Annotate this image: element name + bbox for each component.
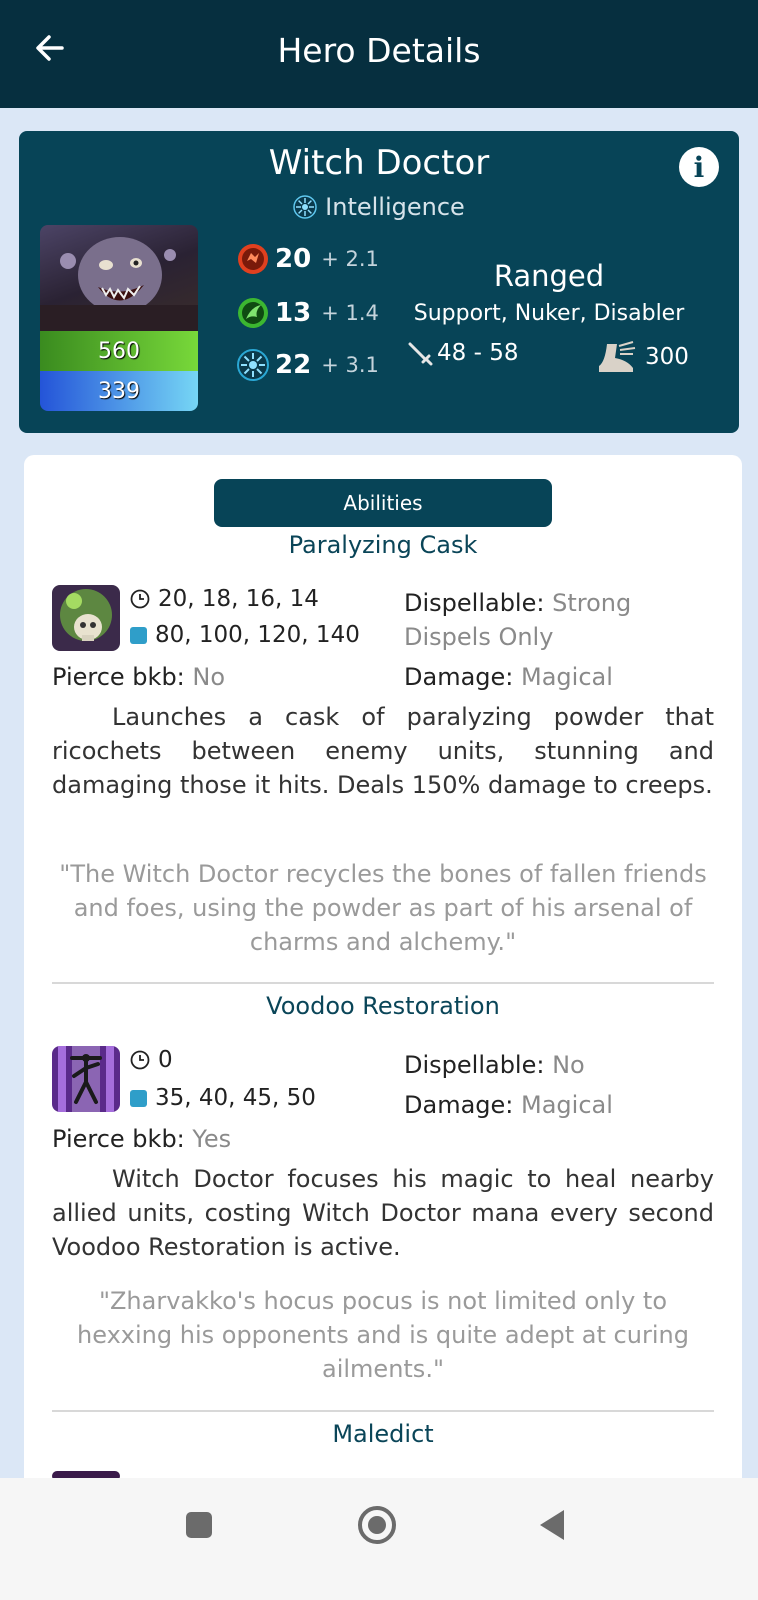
strength-icon xyxy=(238,244,268,274)
primary-attribute-label: Intelligence xyxy=(325,193,465,221)
dispellable-label: Dispellable: xyxy=(404,589,545,617)
home-circle-icon[interactable] xyxy=(356,1504,398,1546)
mana-icon xyxy=(130,1089,147,1107)
movement-speed-value: 300 xyxy=(645,344,689,370)
divider xyxy=(52,982,714,984)
damage-type-info: Damage: Magical xyxy=(404,1091,613,1119)
hero-summary-card: Witch Doctor i Intelligence 560 339 20 +… xyxy=(19,131,739,433)
strength-value: 20 xyxy=(275,244,312,274)
intelligence-stat: 22 + 3.1 xyxy=(237,349,379,381)
ability-description: Witch Doctor focuses his magic to heal n… xyxy=(52,1165,714,1261)
paralyzing-cask-icon[interactable] xyxy=(52,585,120,651)
strength-stat: 20 + 2.1 xyxy=(237,243,379,275)
dispellable-note: Dispels Only xyxy=(404,623,553,651)
tab-abilities[interactable]: Abilities xyxy=(214,479,552,527)
pierce-bkb-info: Pierce bkb: Yes xyxy=(52,1125,231,1153)
ability-name: Maledict xyxy=(332,1420,434,1448)
dispellable-info: Dispellable: Strong xyxy=(404,589,631,617)
pierce-bkb-label: Pierce bkb: xyxy=(52,663,185,691)
dispellable-label: Dispellable: xyxy=(404,1051,545,1079)
divider xyxy=(52,1410,714,1412)
dispellable-info: Dispellable: No xyxy=(404,1051,585,1079)
ability-name: Voodoo Restoration xyxy=(266,992,500,1020)
cooldown-row: 20, 18, 16, 14 xyxy=(130,586,319,612)
hero-portrait xyxy=(40,225,198,331)
intelligence-icon xyxy=(293,195,317,219)
damage-type-value: Magical xyxy=(521,663,613,691)
clock-icon xyxy=(130,1050,150,1070)
agility-value: 13 xyxy=(275,298,312,328)
pierce-bkb-value: No xyxy=(192,663,226,691)
intelligence-gain: + 3.1 xyxy=(321,353,379,377)
back-triangle-icon[interactable] xyxy=(536,1508,568,1542)
damage-type-label: Damage: xyxy=(404,1091,514,1119)
dispellable-value: Strong xyxy=(552,589,632,617)
mana-cost-value: 80, 100, 120, 140 xyxy=(155,622,360,648)
ability-description: Launches a cask of paralyzing powder tha… xyxy=(52,703,714,799)
ability-name: Paralyzing Cask xyxy=(288,531,478,559)
boot-icon xyxy=(599,341,636,372)
system-nav-bar xyxy=(0,1478,758,1600)
dispellable-value: No xyxy=(552,1051,585,1079)
attack-damage: 48 - 58 xyxy=(407,340,518,366)
attack-type: Ranged xyxy=(493,259,605,293)
health-bar: 560 xyxy=(40,331,198,371)
intelligence-icon xyxy=(237,349,269,381)
recents-square-icon[interactable] xyxy=(184,1510,214,1540)
back-arrow-icon[interactable] xyxy=(28,26,72,70)
damage-type-label: Damage: xyxy=(404,663,514,691)
strength-gain: + 2.1 xyxy=(321,247,379,271)
primary-attribute: Intelligence xyxy=(19,193,739,221)
ability-lore: "Zharvakko's hocus pocus is not limited … xyxy=(77,1287,689,1383)
app-bar: Hero Details xyxy=(0,0,758,108)
mana-bar: 339 xyxy=(40,371,198,411)
damage-type-info: Damage: Magical xyxy=(404,663,613,691)
pierce-bkb-value: Yes xyxy=(192,1125,232,1153)
pierce-bkb-label: Pierce bkb: xyxy=(52,1125,185,1153)
cooldown-value: 0 xyxy=(158,1047,173,1073)
mana-cost-row: 35, 40, 45, 50 xyxy=(130,1085,316,1111)
intelligence-value: 22 xyxy=(275,350,312,380)
hero-roles: Support, Nuker, Disabler xyxy=(413,301,685,326)
info-icon[interactable]: i xyxy=(679,147,719,187)
abilities-card: Abilities Paralyzing Cask 20, 18, 16, 14… xyxy=(24,455,742,1600)
mana-cost-row: 80, 100, 120, 140 xyxy=(130,622,360,648)
voodoo-restoration-icon[interactable] xyxy=(52,1046,120,1112)
agility-stat: 13 + 1.4 xyxy=(237,297,379,329)
damage-value: 48 - 58 xyxy=(437,340,519,366)
cooldown-row: 0 xyxy=(130,1047,173,1073)
ability-lore: "The Witch Doctor recycles the bones of … xyxy=(59,860,707,956)
damage-type-value: Magical xyxy=(521,1091,613,1119)
movement-speed: 300 xyxy=(593,340,689,374)
cooldown-value: 20, 18, 16, 14 xyxy=(158,586,319,612)
agility-icon xyxy=(238,298,268,328)
dispellable-note-text: Dispels Only xyxy=(404,623,554,651)
page-title: Hero Details xyxy=(277,30,481,70)
mana-cost-value: 35, 40, 45, 50 xyxy=(155,1085,316,1111)
agility-gain: + 1.4 xyxy=(321,301,379,325)
sword-icon xyxy=(408,342,433,366)
clock-icon xyxy=(130,589,150,609)
mana-icon xyxy=(130,626,147,644)
pierce-bkb-info: Pierce bkb: No xyxy=(52,663,225,691)
hero-name: Witch Doctor xyxy=(268,143,490,183)
hero-portrait-panel: 560 339 xyxy=(40,225,198,411)
